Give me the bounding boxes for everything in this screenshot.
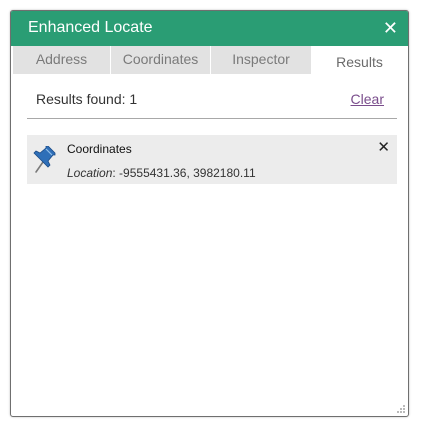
- resize-grip-icon[interactable]: [396, 404, 406, 414]
- location-value: -9555431.36, 3982180.11: [115, 166, 256, 180]
- result-item[interactable]: Coordinates Location: -9555431.36, 39821…: [27, 135, 397, 184]
- push-pin-icon: [33, 146, 56, 173]
- result-title: Coordinates: [67, 142, 132, 156]
- tab-results[interactable]: Results: [311, 46, 408, 74]
- divider: [27, 118, 397, 119]
- tab-bar: Address Coordinates Inspector Results: [13, 46, 408, 75]
- enhanced-locate-panel: Enhanced Locate ✕ Address Coordinates In…: [10, 10, 409, 417]
- remove-result-icon[interactable]: ✕: [377, 138, 390, 156]
- result-location: Location: -9555431.36, 3982180.11: [67, 166, 256, 180]
- close-icon[interactable]: ✕: [383, 18, 398, 38]
- title-bar[interactable]: Enhanced Locate ✕: [11, 11, 408, 46]
- panel-title: Enhanced Locate: [28, 19, 153, 36]
- tab-address[interactable]: Address: [13, 46, 111, 74]
- tab-coordinates[interactable]: Coordinates: [111, 46, 211, 74]
- tab-inspector[interactable]: Inspector: [211, 46, 311, 74]
- results-count: Results found: 1: [36, 91, 138, 107]
- location-label: Location: [67, 166, 113, 180]
- clear-link[interactable]: Clear: [351, 91, 384, 107]
